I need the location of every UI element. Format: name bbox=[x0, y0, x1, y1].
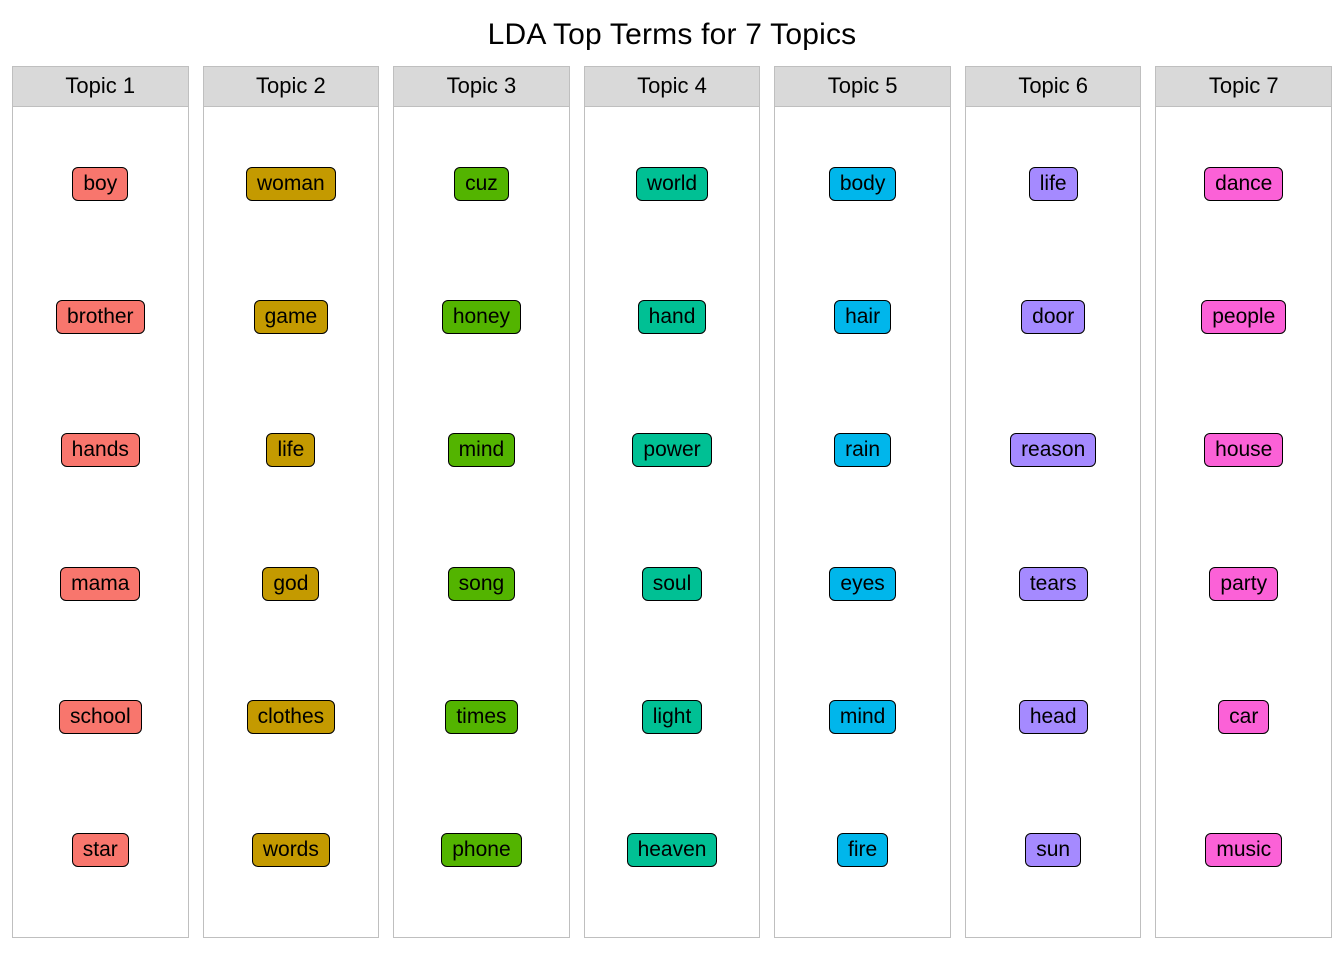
term-chip: music bbox=[1205, 833, 1282, 867]
term-chip: life bbox=[1029, 167, 1078, 201]
term-chip: eyes bbox=[829, 567, 895, 601]
term-chip: clothes bbox=[247, 700, 336, 734]
topic-panel: Topic 5 body hair rain eyes mind fire bbox=[774, 66, 951, 938]
term-chip: power bbox=[632, 433, 711, 467]
topic-panel: Topic 2 woman game life god clothes words bbox=[203, 66, 380, 938]
term-chip: rain bbox=[834, 433, 891, 467]
term-chip: soul bbox=[642, 567, 703, 601]
term-chip: mind bbox=[448, 433, 516, 467]
term-chip: house bbox=[1204, 433, 1283, 467]
topic-panel: Topic 1 boy brother hands mama school star bbox=[12, 66, 189, 938]
topic-header: Topic 3 bbox=[394, 67, 569, 107]
topic-body: world hand power soul light heaven bbox=[585, 107, 760, 937]
topic-header: Topic 1 bbox=[13, 67, 188, 107]
term-chip: times bbox=[445, 700, 517, 734]
term-chip: honey bbox=[442, 300, 521, 334]
term-chip: door bbox=[1021, 300, 1085, 334]
term-chip: brother bbox=[56, 300, 145, 334]
term-chip: reason bbox=[1010, 433, 1096, 467]
term-chip: game bbox=[254, 300, 329, 334]
topic-panel: Topic 7 dance people house party car music bbox=[1155, 66, 1332, 938]
term-chip: hair bbox=[834, 300, 891, 334]
topic-body: woman game life god clothes words bbox=[204, 107, 379, 937]
term-chip: tears bbox=[1019, 567, 1088, 601]
term-chip: hand bbox=[638, 300, 707, 334]
topic-header: Topic 6 bbox=[966, 67, 1141, 107]
topic-header: Topic 5 bbox=[775, 67, 950, 107]
term-chip: school bbox=[59, 700, 142, 734]
term-chip: words bbox=[252, 833, 330, 867]
term-chip: light bbox=[642, 700, 703, 734]
term-chip: hands bbox=[61, 433, 140, 467]
term-chip: people bbox=[1201, 300, 1286, 334]
topic-body: boy brother hands mama school star bbox=[13, 107, 188, 937]
term-chip: car bbox=[1218, 700, 1269, 734]
term-chip: dance bbox=[1204, 167, 1283, 201]
topic-panel: Topic 4 world hand power soul light heaven bbox=[584, 66, 761, 938]
term-chip: world bbox=[636, 167, 708, 201]
term-chip: woman bbox=[246, 167, 336, 201]
term-chip: fire bbox=[837, 833, 888, 867]
page-title: LDA Top Terms for 7 Topics bbox=[12, 18, 1332, 52]
term-chip: cuz bbox=[454, 167, 509, 201]
topics-grid: Topic 1boybrotherhandsmamaschoolstarTopi… bbox=[12, 66, 1332, 938]
term-chip: head bbox=[1019, 700, 1088, 734]
term-chip: party bbox=[1209, 567, 1278, 601]
term-chip: god bbox=[262, 567, 319, 601]
topic-header: Topic 2 bbox=[204, 67, 379, 107]
topic-header: Topic 7 bbox=[1156, 67, 1331, 107]
topic-panel: Topic 6 life door reason tears head sun bbox=[965, 66, 1142, 938]
topic-body: cuz honey mind song times phone bbox=[394, 107, 569, 937]
topic-header: Topic 4 bbox=[585, 67, 760, 107]
term-chip: life bbox=[266, 433, 315, 467]
term-chip: mind bbox=[829, 700, 897, 734]
topic-body: dance people house party car music bbox=[1156, 107, 1331, 937]
term-chip: sun bbox=[1025, 833, 1081, 867]
term-chip: body bbox=[829, 167, 897, 201]
chart-page: LDA Top Terms for 7 Topics Topic 1 boy bro… bbox=[0, 0, 1344, 960]
topic-panel: Topic 3 cuz honey mind song times phone bbox=[393, 66, 570, 938]
term-chip: boy bbox=[72, 167, 128, 201]
topic-body: body hair rain eyes mind fire bbox=[775, 107, 950, 937]
term-chip: mama bbox=[60, 567, 140, 601]
term-chip: song bbox=[448, 567, 516, 601]
term-chip: heaven bbox=[627, 833, 718, 867]
term-chip: star bbox=[72, 833, 129, 867]
term-chip: phone bbox=[441, 833, 521, 867]
topic-body: life door reason tears head sun bbox=[966, 107, 1141, 937]
